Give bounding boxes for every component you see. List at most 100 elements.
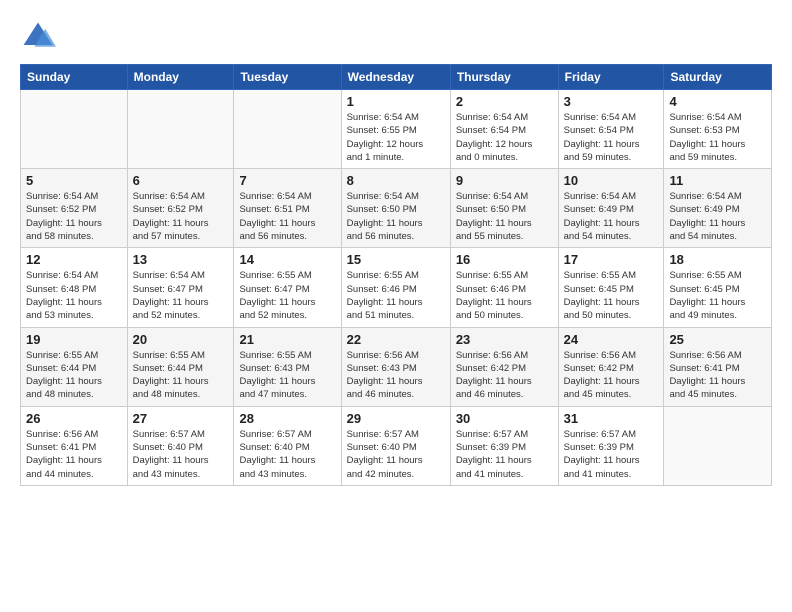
header — [20, 18, 772, 54]
calendar-cell: 20 Sunrise: 6:55 AM Sunset: 6:44 PM Dayli… — [127, 327, 234, 406]
day-info: Sunrise: 6:54 AM Sunset: 6:52 PM Dayligh… — [133, 190, 229, 243]
calendar-cell: 27Sunrise: 6:57 AM Sunset: 6:40 PM Dayli… — [127, 406, 234, 485]
day-number: 5 — [26, 173, 122, 188]
calendar-cell: 26 Sunrise: 6:56 AM Sunset: 6:41 PM Dayli… — [21, 406, 128, 485]
calendar-cell — [127, 90, 234, 169]
calendar-cell: 6 Sunrise: 6:54 AM Sunset: 6:52 PM Daylig… — [127, 169, 234, 248]
day-number: 22 — [347, 332, 445, 347]
calendar-cell: 28 Sunrise: 6:57 AM Sunset: 6:40 PM Dayli… — [234, 406, 341, 485]
day-info: Sunrise: 6:54 AM Sunset: 6:49 PM Dayligh… — [669, 190, 766, 243]
weekday-header: Thursday — [450, 65, 558, 90]
day-number: 11 — [669, 173, 766, 188]
calendar-cell: 14 Sunrise: 6:55 AM Sunset: 6:47 PM Dayli… — [234, 248, 341, 327]
day-info: Sunrise: 6:55 AM Sunset: 6:46 PM Dayligh… — [347, 269, 445, 322]
weekday-header: Sunday — [21, 65, 128, 90]
day-info: Sunrise: 6:55 AM Sunset: 6:44 PM Dayligh… — [133, 349, 229, 402]
calendar-week-row: 12 Sunrise: 6:54 AM Sunset: 6:48 PM Dayli… — [21, 248, 772, 327]
day-info: Sunrise: 6:54 AM Sunset: 6:55 PM Dayligh… — [347, 111, 445, 164]
day-info: Sunrise: 6:56 AM Sunset: 6:42 PM Dayligh… — [456, 349, 553, 402]
day-number: 21 — [239, 332, 335, 347]
day-info: Sunrise: 6:56 AM Sunset: 6:41 PM Dayligh… — [669, 349, 766, 402]
logo-icon — [20, 18, 56, 54]
calendar-cell: 29Sunrise: 6:57 AM Sunset: 6:40 PM Dayli… — [341, 406, 450, 485]
calendar-cell: 9 Sunrise: 6:54 AM Sunset: 6:50 PM Daylig… — [450, 169, 558, 248]
day-info: Sunrise: 6:55 AM Sunset: 6:43 PM Dayligh… — [239, 349, 335, 402]
weekday-header: Friday — [558, 65, 664, 90]
calendar-cell: 31 Sunrise: 6:57 AM Sunset: 6:39 PM Dayli… — [558, 406, 664, 485]
weekday-header: Tuesday — [234, 65, 341, 90]
calendar-week-row: 19Sunrise: 6:55 AM Sunset: 6:44 PM Dayli… — [21, 327, 772, 406]
day-info: Sunrise: 6:54 AM Sunset: 6:47 PM Dayligh… — [133, 269, 229, 322]
day-number: 13 — [133, 252, 229, 267]
calendar-header-row: SundayMondayTuesdayWednesdayThursdayFrid… — [21, 65, 772, 90]
calendar-cell: 7 Sunrise: 6:54 AM Sunset: 6:51 PM Daylig… — [234, 169, 341, 248]
day-number: 17 — [564, 252, 659, 267]
calendar-week-row: 1 Sunrise: 6:54 AM Sunset: 6:55 PM Daylig… — [21, 90, 772, 169]
day-info: Sunrise: 6:54 AM Sunset: 6:48 PM Dayligh… — [26, 269, 122, 322]
day-number: 14 — [239, 252, 335, 267]
calendar-table: SundayMondayTuesdayWednesdayThursdayFrid… — [20, 64, 772, 486]
day-info: Sunrise: 6:54 AM Sunset: 6:52 PM Dayligh… — [26, 190, 122, 243]
calendar-cell — [21, 90, 128, 169]
day-number: 25 — [669, 332, 766, 347]
day-number: 24 — [564, 332, 659, 347]
day-number: 3 — [564, 94, 659, 109]
calendar-cell: 23 Sunrise: 6:56 AM Sunset: 6:42 PM Dayli… — [450, 327, 558, 406]
day-number: 29 — [347, 411, 445, 426]
day-number: 20 — [133, 332, 229, 347]
day-info: Sunrise: 6:54 AM Sunset: 6:54 PM Dayligh… — [456, 111, 553, 164]
day-number: 6 — [133, 173, 229, 188]
day-info: Sunrise: 6:54 AM Sunset: 6:50 PM Dayligh… — [347, 190, 445, 243]
day-number: 12 — [26, 252, 122, 267]
day-info: Sunrise: 6:54 AM Sunset: 6:54 PM Dayligh… — [564, 111, 659, 164]
day-number: 2 — [456, 94, 553, 109]
calendar-cell: 22 Sunrise: 6:56 AM Sunset: 6:43 PM Dayli… — [341, 327, 450, 406]
day-number: 23 — [456, 332, 553, 347]
day-number: 30 — [456, 411, 553, 426]
day-info: Sunrise: 6:54 AM Sunset: 6:50 PM Dayligh… — [456, 190, 553, 243]
day-number: 8 — [347, 173, 445, 188]
day-number: 18 — [669, 252, 766, 267]
calendar-cell: 2 Sunrise: 6:54 AM Sunset: 6:54 PM Daylig… — [450, 90, 558, 169]
calendar-cell: 3 Sunrise: 6:54 AM Sunset: 6:54 PM Daylig… — [558, 90, 664, 169]
day-number: 28 — [239, 411, 335, 426]
calendar-cell: 5 Sunrise: 6:54 AM Sunset: 6:52 PM Daylig… — [21, 169, 128, 248]
day-number: 16 — [456, 252, 553, 267]
calendar-cell: 4Sunrise: 6:54 AM Sunset: 6:53 PM Daylig… — [664, 90, 772, 169]
day-info: Sunrise: 6:55 AM Sunset: 6:47 PM Dayligh… — [239, 269, 335, 322]
day-info: Sunrise: 6:55 AM Sunset: 6:45 PM Dayligh… — [564, 269, 659, 322]
calendar-cell — [664, 406, 772, 485]
calendar-cell: 24Sunrise: 6:56 AM Sunset: 6:42 PM Dayli… — [558, 327, 664, 406]
weekday-header: Wednesday — [341, 65, 450, 90]
day-info: Sunrise: 6:56 AM Sunset: 6:43 PM Dayligh… — [347, 349, 445, 402]
page: SundayMondayTuesdayWednesdayThursdayFrid… — [0, 0, 792, 504]
day-number: 9 — [456, 173, 553, 188]
day-info: Sunrise: 6:55 AM Sunset: 6:46 PM Dayligh… — [456, 269, 553, 322]
day-number: 31 — [564, 411, 659, 426]
day-number: 1 — [347, 94, 445, 109]
calendar-cell: 30 Sunrise: 6:57 AM Sunset: 6:39 PM Dayli… — [450, 406, 558, 485]
calendar-cell: 16 Sunrise: 6:55 AM Sunset: 6:46 PM Dayli… — [450, 248, 558, 327]
calendar-week-row: 26 Sunrise: 6:56 AM Sunset: 6:41 PM Dayli… — [21, 406, 772, 485]
day-info: Sunrise: 6:57 AM Sunset: 6:40 PM Dayligh… — [133, 428, 229, 481]
day-number: 15 — [347, 252, 445, 267]
day-info: Sunrise: 6:57 AM Sunset: 6:39 PM Dayligh… — [456, 428, 553, 481]
calendar-cell: 13 Sunrise: 6:54 AM Sunset: 6:47 PM Dayli… — [127, 248, 234, 327]
day-number: 10 — [564, 173, 659, 188]
calendar-cell: 10 Sunrise: 6:54 AM Sunset: 6:49 PM Dayli… — [558, 169, 664, 248]
day-number: 7 — [239, 173, 335, 188]
day-info: Sunrise: 6:56 AM Sunset: 6:41 PM Dayligh… — [26, 428, 122, 481]
day-info: Sunrise: 6:55 AM Sunset: 6:44 PM Dayligh… — [26, 349, 122, 402]
day-number: 4 — [669, 94, 766, 109]
weekday-header: Monday — [127, 65, 234, 90]
day-info: Sunrise: 6:54 AM Sunset: 6:51 PM Dayligh… — [239, 190, 335, 243]
day-info: Sunrise: 6:54 AM Sunset: 6:49 PM Dayligh… — [564, 190, 659, 243]
calendar-cell: 15 Sunrise: 6:55 AM Sunset: 6:46 PM Dayli… — [341, 248, 450, 327]
logo — [20, 18, 62, 54]
calendar-cell: 17 Sunrise: 6:55 AM Sunset: 6:45 PM Dayli… — [558, 248, 664, 327]
calendar-cell: 12 Sunrise: 6:54 AM Sunset: 6:48 PM Dayli… — [21, 248, 128, 327]
day-number: 26 — [26, 411, 122, 426]
day-info: Sunrise: 6:55 AM Sunset: 6:45 PM Dayligh… — [669, 269, 766, 322]
day-info: Sunrise: 6:57 AM Sunset: 6:39 PM Dayligh… — [564, 428, 659, 481]
day-info: Sunrise: 6:57 AM Sunset: 6:40 PM Dayligh… — [239, 428, 335, 481]
